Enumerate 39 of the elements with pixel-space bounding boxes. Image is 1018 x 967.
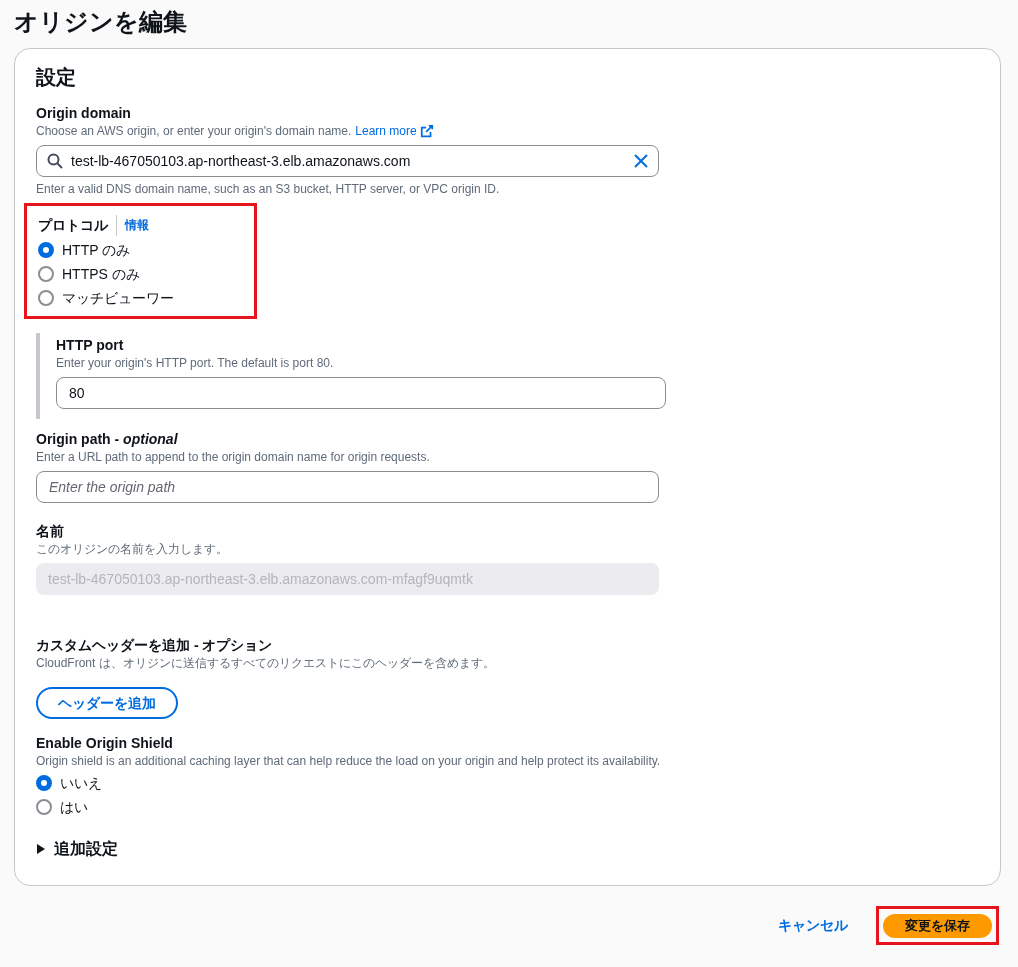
learn-more-link[interactable]: Learn more xyxy=(355,123,434,139)
radio-label[interactable]: いいえ xyxy=(60,772,102,794)
expand-toggle[interactable]: 追加設定 xyxy=(36,835,118,863)
field-label: プロトコル xyxy=(38,214,117,236)
field-label: Origin domain xyxy=(36,104,132,123)
field-label: Origin path - optional xyxy=(36,430,179,449)
field-label: カスタムヘッダーを追加 - オプション xyxy=(36,636,274,655)
path-input[interactable]: Enter the origin path xyxy=(36,471,659,503)
radio-button[interactable] xyxy=(36,799,52,815)
page-title: オリジンを編集 xyxy=(14,7,188,37)
radio-button[interactable] xyxy=(38,290,54,306)
field-label: HTTP port xyxy=(56,336,125,355)
radio-label[interactable]: マッチビューワー xyxy=(62,287,174,309)
radio-button[interactable] xyxy=(38,266,54,282)
search-icon xyxy=(47,153,63,169)
cancel-link[interactable]: キャンセル xyxy=(778,914,848,936)
caret-right-icon xyxy=(36,844,46,854)
save-button[interactable]: 変更を保存 xyxy=(883,913,992,938)
clear-icon[interactable] xyxy=(634,154,648,168)
add-header-button[interactable]: ヘッダーを追加 xyxy=(36,687,178,719)
field-description: Enter a URL path to append to the origin domain name for origin requests. xyxy=(36,449,431,465)
radio-label[interactable]: HTTPS のみ xyxy=(62,263,140,285)
port-input[interactable]: 80 xyxy=(56,377,666,409)
radio-label[interactable]: はい xyxy=(60,796,88,818)
field-label: Enable Origin Shield xyxy=(36,734,174,753)
external-link-icon xyxy=(419,124,434,138)
radio-button[interactable] xyxy=(36,775,52,791)
field-label: 名前 xyxy=(36,522,65,541)
field-description: Origin shield is an additional caching layer that can help reduce the load on your origin and help protect its availability. xyxy=(36,753,662,769)
section-title: 設定 xyxy=(36,65,77,90)
field-description: Enter your origin's HTTP port. The default is port 80. xyxy=(56,355,335,371)
info-link[interactable]: 情報 xyxy=(117,216,149,234)
radio-button[interactable] xyxy=(38,242,54,258)
search-field[interactable]: test-lb-467050103.ap-northeast-3.elb.amazonaws.com xyxy=(36,145,659,177)
field-description: Choose an AWS origin, or enter your origin's domain name. xyxy=(36,123,352,139)
field-description: CloudFront は、オリジンに送信するすべてのリクエストにこのヘッダーを含めます。 xyxy=(36,655,496,671)
field-description: Enter a valid DNS domain name, such as an S3 bucket, HTTP server, or VPC origin ID. xyxy=(36,181,501,197)
radio-label[interactable]: HTTP のみ xyxy=(62,239,131,261)
field-description: このオリジンの名前を入力します。 xyxy=(36,541,229,557)
